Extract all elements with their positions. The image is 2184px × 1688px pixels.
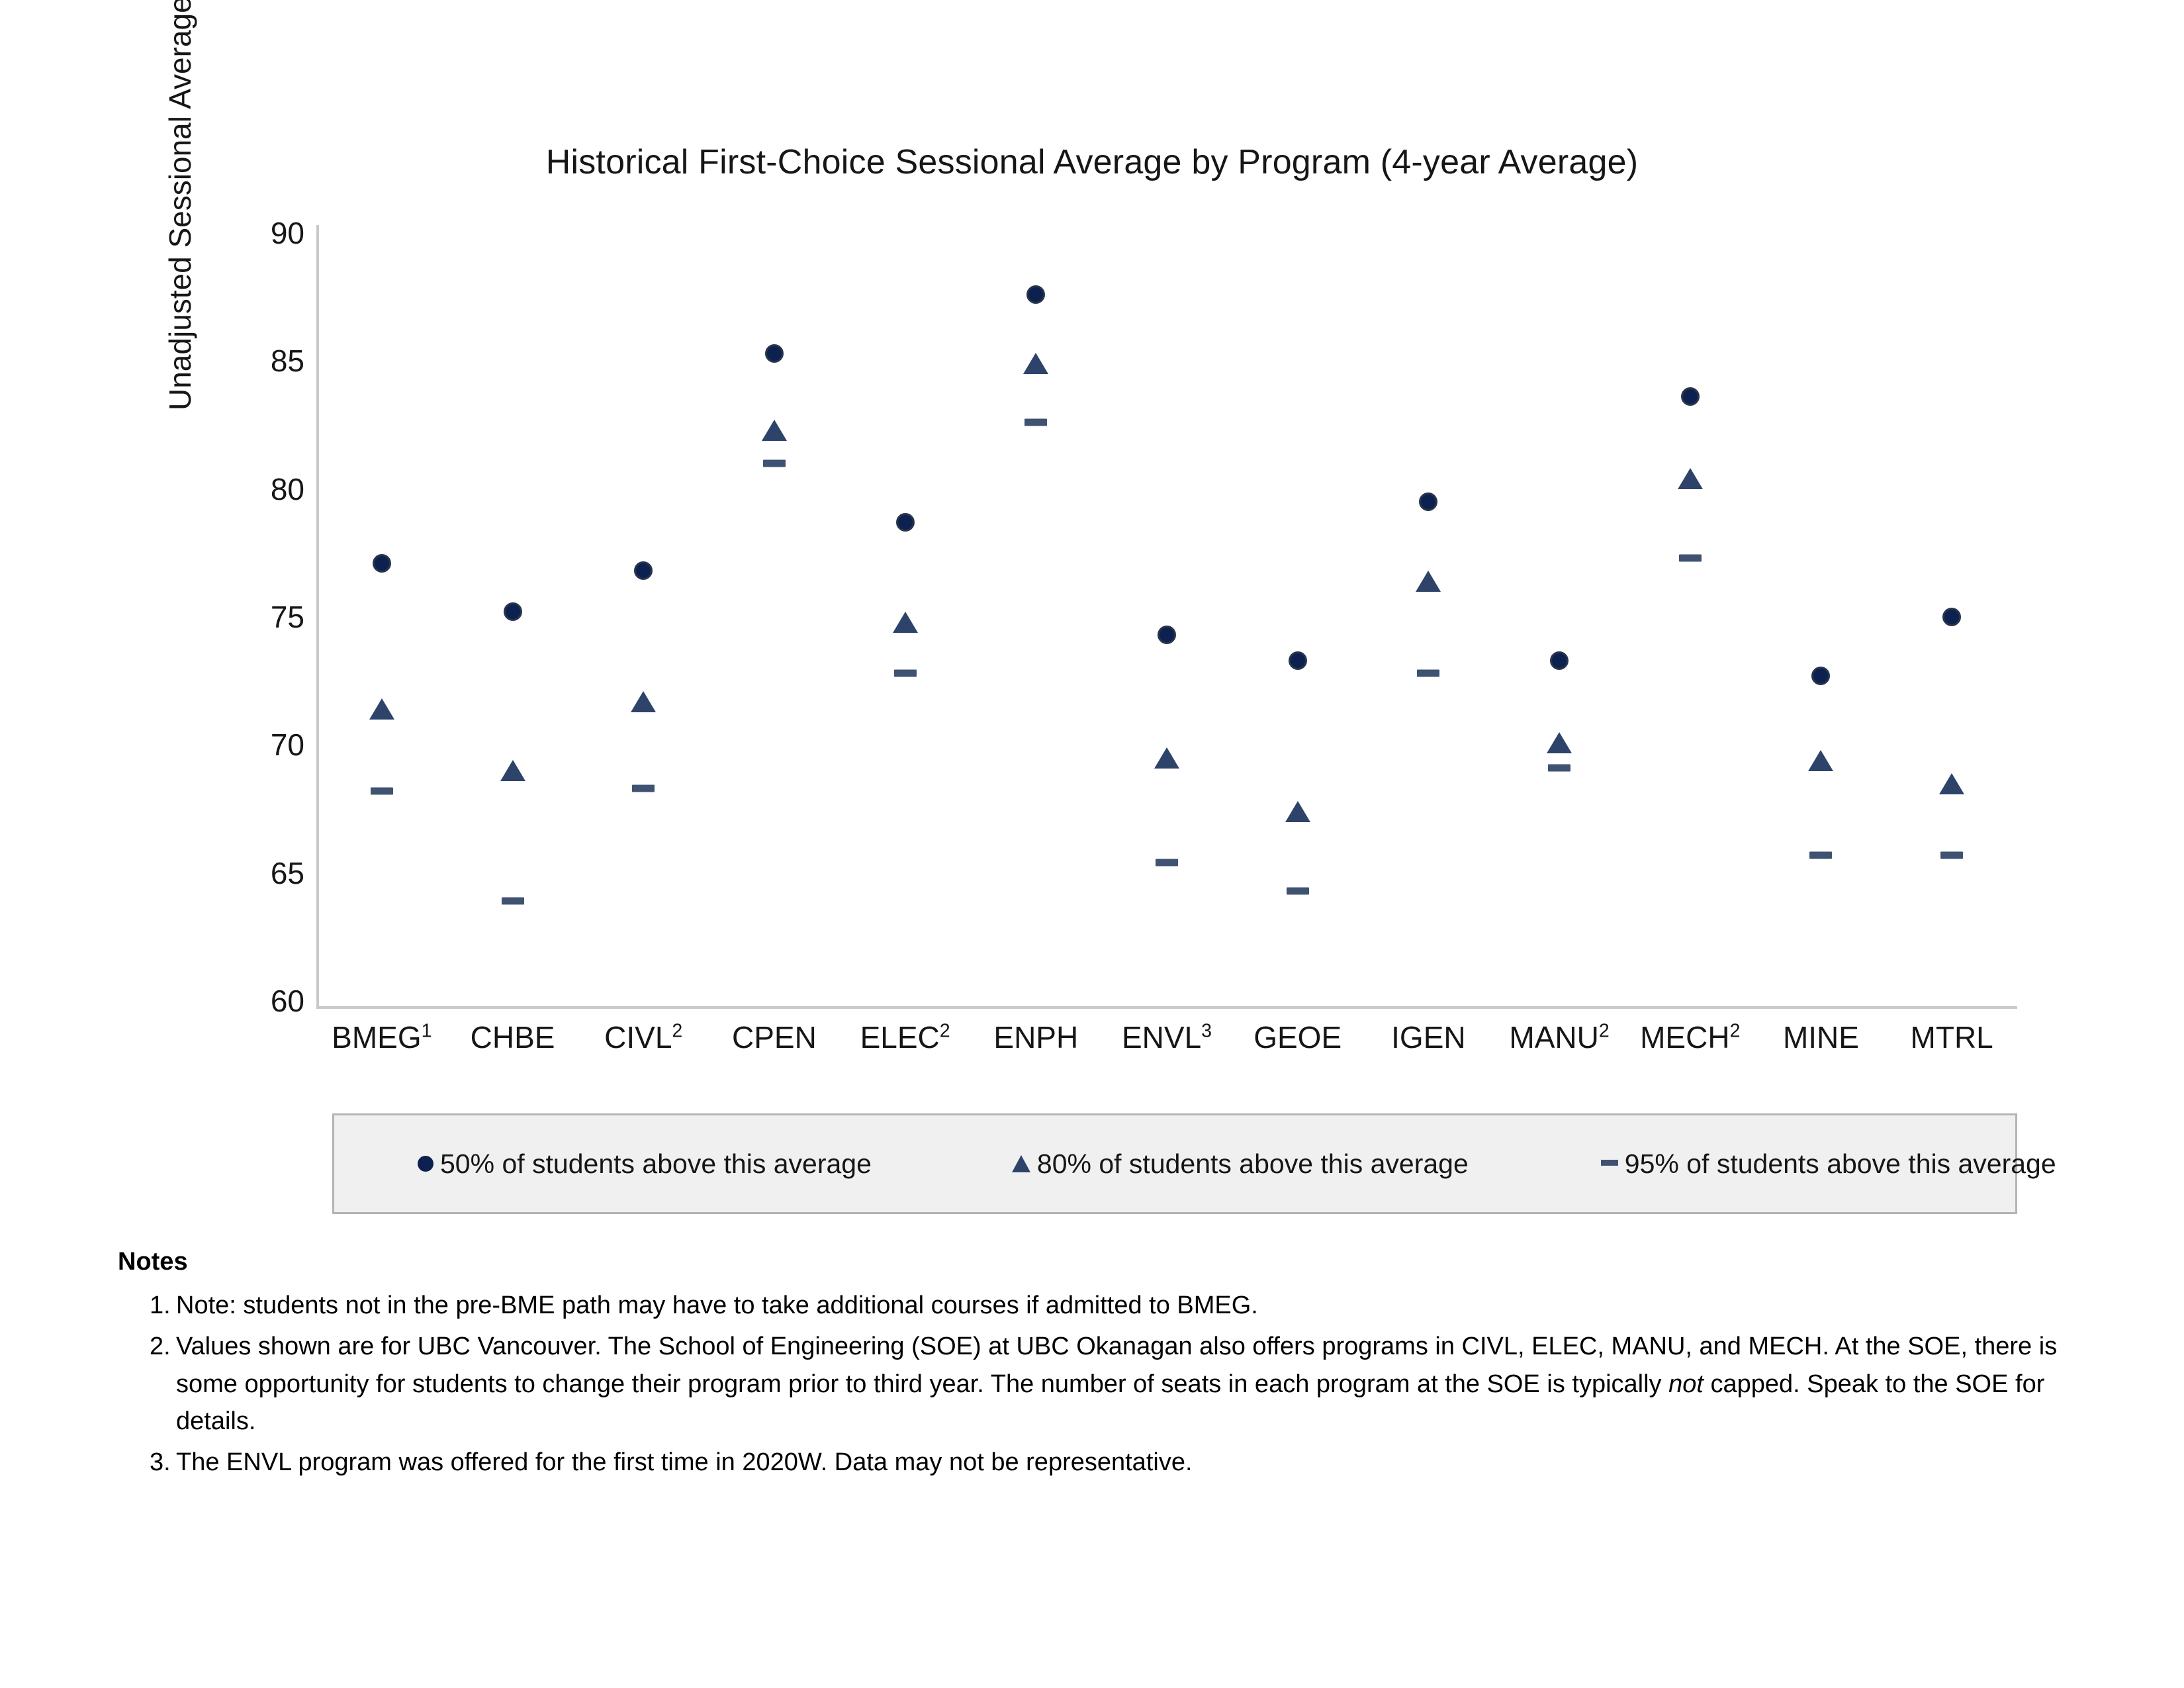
note-number: 1. — [150, 1291, 171, 1320]
y-tick-label: 85 — [270, 344, 304, 379]
legend-item-2[interactable]: 80% of students above this average — [1011, 1148, 1469, 1180]
data-point-mine-s3 — [1809, 851, 1833, 859]
note-text: The ENVL program was offered for the fir… — [176, 1448, 1193, 1477]
data-point-bmeg-s1 — [372, 553, 391, 573]
data-point-mech-s1 — [1680, 387, 1700, 406]
data-point-chbe-s2 — [500, 760, 525, 782]
data-point-envl-s3 — [1156, 859, 1178, 867]
x-tick-label-mine: MINE — [1782, 1020, 1859, 1055]
x-tick-label-bmeg: BMEG1 — [332, 1020, 432, 1055]
data-point-mtrl-s1 — [1942, 608, 1962, 626]
x-tick-label-manu: MANU2 — [1509, 1020, 1610, 1055]
legend-label: 50% of students above this average — [440, 1148, 872, 1179]
note-text: Note: students not in the pre-BME path m… — [176, 1291, 1258, 1320]
data-point-igen-s1 — [1419, 492, 1438, 511]
data-point-mech-s3 — [1678, 554, 1702, 562]
data-point-igen-s3 — [1417, 669, 1440, 677]
x-tick-label-igen: IGEN — [1391, 1020, 1466, 1055]
data-point-elec-s2 — [892, 612, 918, 633]
chart-figure: Historical First-Choice Sessional Averag… — [0, 0, 2184, 1214]
data-point-envl-s1 — [1158, 626, 1176, 645]
x-tick-label-mtrl: MTRL — [1910, 1020, 1993, 1055]
x-tick-label-enph: ENPH — [993, 1020, 1079, 1055]
data-point-mine-s1 — [1811, 666, 1831, 685]
note-number: 3. — [150, 1448, 171, 1477]
data-point-cpen-s2 — [761, 420, 787, 441]
data-point-geoe-s2 — [1285, 801, 1310, 823]
x-tick-label-chbe: CHBE — [470, 1020, 555, 1055]
data-point-cpen-s3 — [762, 459, 786, 467]
plot-wrap: 90 85 80 75 70 65 60 BMEG1 CHBE CIVL2 CPEN ELEC2 EN… — [0, 0, 2184, 1192]
y-tick-label: 80 — [270, 471, 304, 506]
legend-label: 95% of students above this average — [1624, 1148, 2056, 1179]
x-tick-label-civl: CIVL2 — [604, 1020, 683, 1055]
data-point-manu-s2 — [1547, 731, 1572, 753]
data-point-elec-s3 — [893, 669, 917, 677]
x-tick-label-envl: ENVL3 — [1121, 1020, 1212, 1055]
note-item-2: 2. Values shown are for UBC Vancouver. Th… — [118, 1328, 2103, 1440]
note-text: Values shown are for UBC Vancouver. The … — [176, 1333, 2058, 1435]
triangle-icon — [1011, 1155, 1030, 1172]
data-point-enph-s2 — [1023, 353, 1049, 375]
plot-area — [316, 225, 2017, 1009]
y-tick-label: 70 — [270, 727, 304, 763]
x-tick-label-geoe: GEOE — [1253, 1020, 1342, 1055]
data-point-chbe-s3 — [501, 897, 524, 905]
data-point-manu-s3 — [1548, 764, 1571, 772]
y-tick-label: 60 — [270, 984, 304, 1018]
data-point-civl-s2 — [631, 690, 657, 712]
data-point-mtrl-s2 — [1939, 773, 1965, 794]
note-item-1: 1. Note: students not in the pre-BME path… — [118, 1287, 2103, 1324]
y-tick-label: 65 — [270, 855, 304, 890]
data-point-manu-s1 — [1550, 651, 1569, 670]
data-point-igen-s2 — [1416, 571, 1441, 592]
data-point-cpen-s1 — [764, 344, 784, 363]
data-point-enph-s1 — [1026, 285, 1046, 304]
data-point-bmeg-s3 — [370, 787, 393, 795]
dash-icon — [1600, 1159, 1618, 1166]
data-point-civl-s1 — [634, 561, 653, 581]
data-point-mine-s2 — [1808, 749, 1834, 771]
data-point-enph-s3 — [1024, 418, 1048, 426]
legend-item-1[interactable]: 50% of students above this average — [418, 1149, 872, 1180]
data-point-geoe-s3 — [1286, 887, 1309, 895]
notes-list: 1. Note: students not in the pre-BME path… — [118, 1287, 2103, 1481]
data-point-envl-s2 — [1154, 747, 1179, 769]
data-point-geoe-s1 — [1288, 651, 1307, 670]
data-point-mech-s2 — [1677, 468, 1703, 490]
data-point-elec-s1 — [895, 512, 915, 532]
data-point-civl-s3 — [632, 784, 655, 792]
data-point-chbe-s1 — [503, 602, 522, 622]
notes-section: Notes 1. Note: students not in the pre-BM… — [118, 1243, 2103, 1485]
chart-legend: 50% of students above this average 80% of… — [332, 1113, 2056, 1214]
x-tick-label-cpen: CPEN — [732, 1020, 817, 1055]
circle-icon — [418, 1156, 433, 1172]
x-tick-label-elec: ELEC2 — [860, 1020, 950, 1055]
y-tick-label: 90 — [270, 216, 304, 250]
note-number: 2. — [150, 1333, 171, 1361]
x-tick-label-mech: MECH2 — [1640, 1020, 1741, 1055]
notes-heading: Notes — [118, 1248, 188, 1276]
y-tick-label: 75 — [270, 600, 304, 634]
legend-item-3[interactable]: 95% of students above this average — [1600, 1148, 2056, 1180]
data-point-mtrl-s3 — [1940, 851, 1964, 859]
note-item-3: 3. The ENVL program was offered for the f… — [118, 1444, 2103, 1481]
legend-label: 80% of students above this average — [1036, 1148, 1469, 1179]
data-point-bmeg-s2 — [369, 698, 394, 720]
